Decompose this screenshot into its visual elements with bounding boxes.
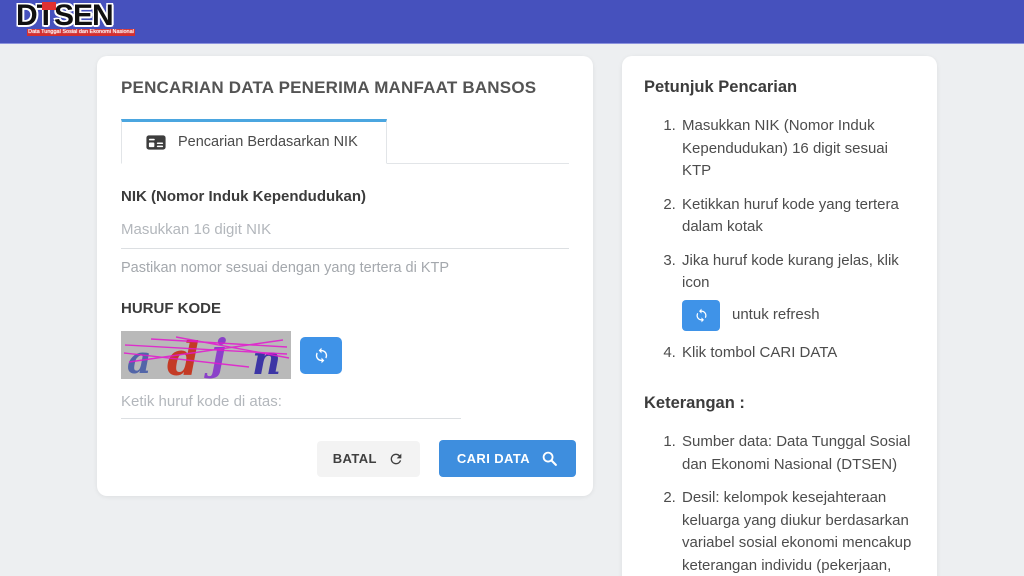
cancel-button-label: BATAL bbox=[333, 451, 377, 466]
nik-label: NIK (Nomor Induk Kependudukan) bbox=[121, 188, 569, 205]
guide-step-refresh-line: untuk refresh bbox=[682, 300, 915, 331]
guide-step-text: untuk refresh bbox=[732, 304, 820, 327]
guide-steps-list: Masukkan NIK (Nomor Induk Kependudukan) … bbox=[644, 115, 915, 364]
guide-step: Jika huruf kode kurang jelas, klik icon … bbox=[680, 250, 915, 331]
form-actions: BATAL CARI DATA bbox=[317, 440, 576, 477]
search-button-label: CARI DATA bbox=[457, 451, 530, 466]
captcha-label: HURUF KODE bbox=[121, 300, 569, 317]
nik-input[interactable] bbox=[121, 205, 569, 249]
search-button[interactable]: CARI DATA bbox=[439, 440, 576, 477]
guide-card: Petunjuk Pencarian Masukkan NIK (Nomor I… bbox=[622, 56, 937, 576]
reset-icon bbox=[388, 451, 404, 467]
id-card-icon bbox=[146, 135, 166, 150]
tab-bar: Pencarian Berdasarkan NIK bbox=[121, 118, 569, 164]
nik-helper-text: Pastikan nomor sesuai dengan yang terter… bbox=[121, 260, 569, 276]
captcha-letter: j bbox=[204, 331, 226, 379]
note-item: Sumber data: Data Tunggal Sosial dan Eko… bbox=[680, 431, 915, 476]
note-item: Desil: kelompok kesejahteraan keluarga y… bbox=[680, 487, 915, 576]
logo-title: DTSEN bbox=[16, 1, 146, 31]
tab-pencarian-nik[interactable]: Pencarian Berdasarkan NIK bbox=[121, 119, 387, 164]
refresh-icon bbox=[313, 347, 330, 364]
guide-step-text: Jika huruf kode kurang jelas, klik icon bbox=[682, 252, 899, 292]
guide-step: Masukkan NIK (Nomor Induk Kependudukan) … bbox=[680, 115, 915, 183]
captcha-letter: a bbox=[127, 337, 152, 379]
notes-list: Sumber data: Data Tunggal Sosial dan Eko… bbox=[644, 431, 915, 576]
page-title: PENCARIAN DATA PENERIMA MANFAAT BANSOS bbox=[121, 78, 569, 98]
notes-title: Keterangan : bbox=[644, 394, 915, 413]
logo-red-mark-icon bbox=[42, 2, 56, 10]
captcha-refresh-button[interactable] bbox=[300, 337, 342, 374]
search-card: PENCARIAN DATA PENERIMA MANFAAT BANSOS P… bbox=[97, 56, 593, 496]
captcha-input[interactable] bbox=[121, 379, 461, 419]
guide-step: Ketikkan huruf kode yang tertera dalam k… bbox=[680, 194, 915, 239]
captcha-row: a d j n bbox=[121, 331, 569, 379]
search-icon bbox=[541, 450, 558, 467]
captcha-image: a d j n bbox=[121, 331, 291, 379]
top-header: DTSEN Data Tunggal Sosial dan Ekonomi Na… bbox=[0, 0, 1024, 44]
dtsen-logo[interactable]: DTSEN Data Tunggal Sosial dan Ekonomi Na… bbox=[16, 1, 146, 36]
cancel-button[interactable]: BATAL bbox=[317, 441, 420, 477]
guide-title: Petunjuk Pencarian bbox=[644, 78, 915, 97]
logo-subtitle: Data Tunggal Sosial dan Ekonomi Nasional bbox=[27, 29, 135, 36]
tab-label: Pencarian Berdasarkan NIK bbox=[178, 134, 358, 150]
inline-refresh-icon bbox=[682, 300, 720, 331]
guide-step: Klik tombol CARI DATA bbox=[680, 342, 915, 365]
